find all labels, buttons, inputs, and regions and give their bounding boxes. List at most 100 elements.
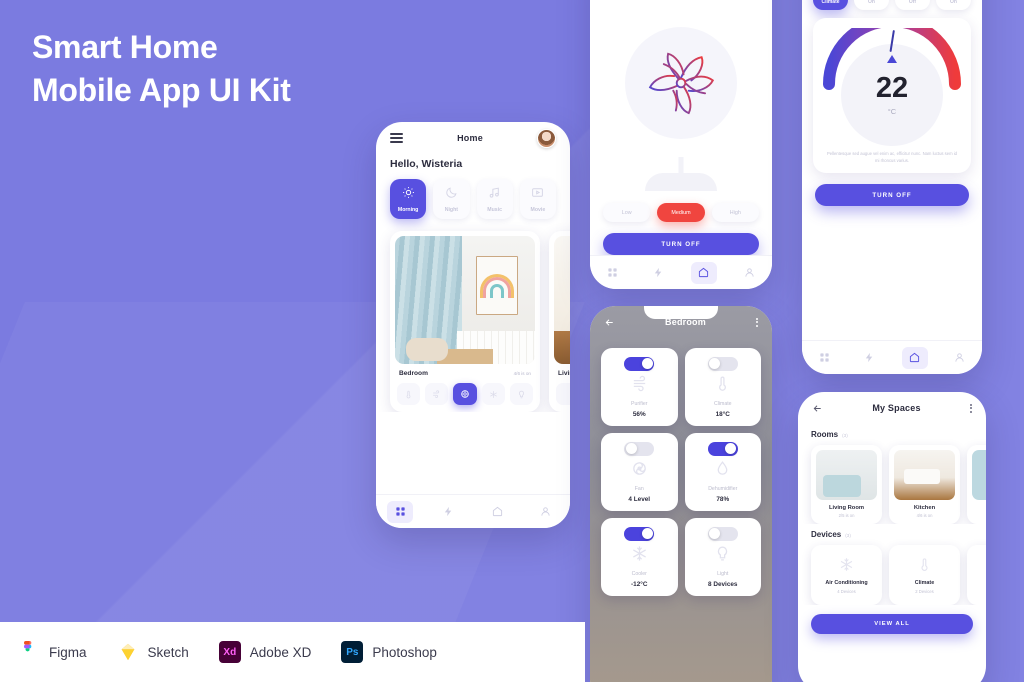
room-card-bedroom[interactable]: Bedroom 4/6 is on (390, 231, 540, 412)
devices-list[interactable]: Air Conditioning 4 Devices Climate 2 Dev… (798, 539, 986, 605)
menu-icon[interactable] (390, 133, 403, 143)
tab-fan[interactable]: On (936, 0, 971, 10)
headline-line-1: Smart Home (32, 29, 218, 65)
thermometer-icon (917, 557, 932, 577)
device-tile-purifier[interactable]: Purifier 56% (601, 348, 678, 426)
page-title: Smart Home Mobile App UI Kit (32, 26, 291, 112)
home-icon[interactable] (901, 346, 928, 369)
fan-wind-icon (631, 460, 648, 482)
phone-mockup-climate: Living Room Climate On Off On (802, 0, 982, 374)
fan-bottom-nav (590, 255, 772, 289)
device-toggle[interactable] (707, 441, 738, 456)
snowflake-icon (631, 545, 648, 567)
home-icon[interactable] (484, 501, 510, 523)
device-button-thermometer[interactable] (556, 383, 570, 405)
space-card-living-room[interactable]: Living Room 2/5 is on (811, 445, 882, 524)
phone-mockup-bedroom: Bedroom Purifier 56% Climate 18°C Fan 4 … (590, 306, 772, 682)
adobe-xd-badge: Xd (223, 646, 237, 658)
fan-speed-selector: Low Medium High (590, 203, 772, 222)
back-arrow-icon[interactable] (812, 403, 823, 414)
home-bottom-nav (376, 494, 570, 528)
room-card-living-room[interactable]: Living Room 2/5 is on (549, 231, 570, 412)
person-icon[interactable] (947, 347, 973, 369)
lightning-icon[interactable] (857, 347, 883, 369)
rooms-list[interactable]: Living Room 2/5 is on Kitchen 4/6 is on … (798, 439, 986, 524)
section-count: (3) (845, 533, 851, 538)
device-tile-cooler[interactable]: Cooler -12°C (601, 518, 678, 596)
mode-music[interactable]: Music (476, 179, 513, 219)
mode-label: Morning (397, 206, 419, 213)
person-icon[interactable] (533, 501, 559, 523)
rooms-carousel[interactable]: Bedroom 4/6 is on Living Room 2/5 is (376, 219, 570, 412)
grid-icon[interactable] (812, 347, 838, 369)
more-options-icon[interactable] (756, 317, 758, 327)
tab-climate[interactable]: Climate (813, 0, 848, 10)
device-tile-light[interactable]: Light 8 Devices (684, 518, 761, 596)
photoshop-badge: Ps (346, 646, 359, 658)
device-name: Climate (713, 400, 732, 407)
space-name: Bedroom (972, 505, 986, 511)
sun-icon (402, 186, 415, 204)
device-value: -12°C (631, 580, 648, 588)
view-all-button[interactable]: VIEW ALL (811, 614, 973, 634)
device-card-air-conditioning[interactable]: Air Conditioning 4 Devices (811, 545, 882, 605)
room-name: Bedroom (399, 370, 428, 377)
device-button-lightbulb[interactable] (509, 383, 534, 405)
thermometer-icon (714, 375, 731, 397)
device-card-dehumidifier[interactable]: Dehumidifier 7 Devices (967, 545, 986, 605)
tab-cooler[interactable]: Off (895, 0, 930, 10)
speed-medium[interactable]: Medium (657, 203, 705, 222)
moon-icon (445, 186, 458, 204)
room-name: Living Room (558, 370, 570, 377)
device-tile-climate[interactable]: Climate 18°C (684, 348, 761, 426)
device-button-fan-wind[interactable] (425, 383, 449, 405)
person-icon[interactable] (736, 262, 762, 284)
space-status: 2/5 is on (838, 513, 855, 518)
lightning-icon[interactable] (645, 262, 671, 284)
climate-bottom-nav (802, 340, 982, 374)
device-button-air-purifier[interactable] (453, 383, 477, 405)
space-name: Living Room (828, 505, 865, 511)
device-button-snowflake[interactable] (481, 383, 505, 405)
video-play-icon (531, 186, 544, 204)
turn-off-button[interactable]: TURN OFF (603, 233, 759, 255)
space-photo (972, 450, 986, 500)
turn-off-button[interactable]: TURN OFF (815, 184, 969, 207)
phone-mockup-my-spaces: My Spaces Rooms (3) Living Room 2/5 is o… (798, 392, 986, 682)
space-card-kitchen[interactable]: Kitchen 4/6 is on (889, 445, 960, 524)
device-toggle[interactable] (624, 441, 655, 456)
device-value: 4 Level (628, 495, 651, 503)
device-name: Light (717, 570, 729, 577)
lightning-icon[interactable] (436, 501, 462, 523)
device-tile-dehumidifier[interactable]: Dehumidifier 78% (684, 433, 761, 511)
avatar[interactable] (537, 128, 556, 148)
device-button-thermometer[interactable] (397, 383, 421, 405)
more-options-icon[interactable] (969, 403, 972, 413)
mode-movie[interactable]: Movie (519, 179, 556, 219)
devices-section-header: Devices (3) (798, 524, 986, 539)
logo-item-adobe-xd: Xd Adobe XD (218, 641, 311, 663)
device-card-climate[interactable]: Climate 2 Devices (889, 545, 960, 605)
temperature-gauge[interactable]: 22 °C (822, 28, 962, 146)
device-toggle[interactable] (624, 526, 655, 541)
gauge-pointer (887, 55, 897, 63)
speed-high[interactable]: High (711, 203, 759, 222)
device-toggle[interactable] (707, 356, 738, 371)
grid-icon[interactable] (387, 500, 414, 523)
figma-icon (18, 641, 40, 663)
back-arrow-icon[interactable] (604, 317, 615, 328)
mode-morning[interactable]: Morning (390, 179, 427, 219)
room-device-buttons (395, 377, 535, 405)
tab-purifier[interactable]: On (854, 0, 889, 10)
mode-label: Night (444, 206, 458, 213)
device-tile-fan[interactable]: Fan 4 Level (601, 433, 678, 511)
device-toggle[interactable] (624, 356, 655, 371)
phone-notch (644, 306, 718, 319)
device-toggle[interactable] (707, 526, 738, 541)
home-icon[interactable] (690, 261, 717, 284)
speed-low[interactable]: Low (603, 203, 651, 222)
mode-night[interactable]: Night (433, 179, 470, 219)
logo-label: Photoshop (372, 644, 437, 660)
grid-icon[interactable] (600, 262, 626, 284)
space-card-bedroom[interactable]: Bedroom 2/5 is on (967, 445, 986, 524)
